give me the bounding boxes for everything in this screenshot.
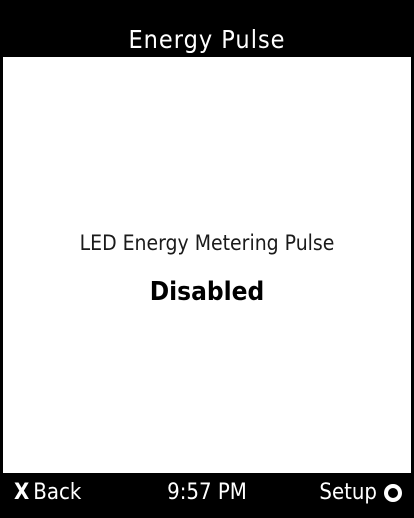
x-icon: X xyxy=(14,480,30,505)
back-label: Back xyxy=(33,480,82,505)
circle-icon xyxy=(384,484,402,502)
setting-value: Disabled xyxy=(149,277,265,307)
back-button[interactable]: X Back xyxy=(14,482,81,504)
screen-title: Energy Pulse xyxy=(128,25,286,54)
device-screen: Energy Pulse LED Energy Metering Pulse D… xyxy=(0,0,414,518)
setup-button[interactable]: Setup xyxy=(319,482,402,504)
softkey-bar: X Back 9:57 PM Setup xyxy=(0,473,414,518)
setting-label: LED Energy Metering Pulse xyxy=(79,231,335,255)
setup-label: Setup xyxy=(319,480,377,505)
title-bar: Energy Pulse xyxy=(0,0,414,57)
content-area: LED Energy Metering Pulse Disabled xyxy=(0,57,414,473)
